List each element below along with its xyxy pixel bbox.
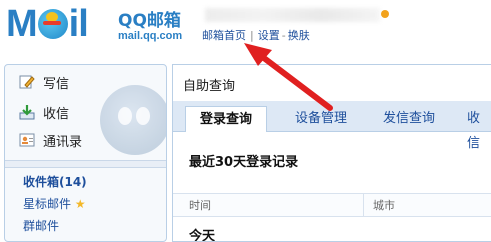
nav-dash: - <box>281 29 286 42</box>
contacts-label: 通讯录 <box>43 134 83 150</box>
group-today-label: 今天 <box>189 229 216 242</box>
column-divider <box>363 194 364 216</box>
tab-send-query[interactable]: 发信查询 <box>383 106 435 131</box>
folder-starred[interactable]: 星标邮件 ★ <box>23 195 86 212</box>
penguin-watermark-icon <box>100 85 166 155</box>
sidebar: 写信 收信 通讯录 收件箱(14) 星标邮件 ★ 群邮件 <box>4 64 167 242</box>
inbox-download-icon <box>19 104 35 120</box>
tab-device-management[interactable]: 设备管理 <box>295 106 347 131</box>
section-title: 最近30天登录记录 <box>189 155 299 170</box>
address-book-icon <box>19 132 35 148</box>
settings-link[interactable]: 设置 <box>258 29 280 42</box>
write-button[interactable]: 写信 <box>19 71 69 93</box>
column-city: 城市 <box>373 199 395 212</box>
table-header: 时间 城市 <box>173 193 491 217</box>
folder-group[interactable]: 群邮件 <box>23 217 59 234</box>
skin-link[interactable]: 换肤 <box>288 29 310 42</box>
blurred-account-info <box>205 8 380 22</box>
logo-letters-il: il <box>68 3 89 45</box>
receive-label: 收信 <box>43 106 70 122</box>
brand-name: QQ邮箱 <box>118 11 181 31</box>
notification-dot-icon[interactable] <box>381 10 389 18</box>
receive-button[interactable]: 收信 <box>19 101 69 123</box>
brand-url: mail.qq.com <box>118 30 183 42</box>
folder-starred-label: 星标邮件 <box>23 197 72 211</box>
star-icon: ★ <box>74 197 86 211</box>
tab-bar: 登录查询 设备管理 发信查询 收信 <box>173 101 491 151</box>
tab-receive-query[interactable]: 收信 <box>467 106 491 151</box>
qqmail-logo[interactable]: Mil <box>6 2 89 46</box>
tab-login-query[interactable]: 登录查询 <box>185 106 268 132</box>
logo-letter-m: M <box>6 3 38 45</box>
write-label: 写信 <box>43 76 70 92</box>
contacts-button[interactable]: 通讯录 <box>19 129 82 151</box>
folder-inbox[interactable]: 收件箱(14) <box>23 173 87 190</box>
top-nav: 邮箱首页 | 设置 - 换肤 <box>202 27 310 43</box>
header: Mil QQ邮箱 mail.qq.com 邮箱首页 | 设置 - 换肤 <box>0 0 491 60</box>
penguin-logo-icon <box>37 2 69 46</box>
nav-separator: | <box>250 29 254 42</box>
main-panel: 自助查询 登录查询 设备管理 发信查询 收信 最近30天登录记录 时间 城市 今… <box>172 64 491 242</box>
pencil-icon <box>19 74 35 90</box>
mailbox-home-link[interactable]: 邮箱首页 <box>202 29 246 42</box>
sidebar-divider <box>5 160 166 168</box>
column-time: 时间 <box>189 199 211 212</box>
page-title: 自助查询 <box>183 79 236 94</box>
